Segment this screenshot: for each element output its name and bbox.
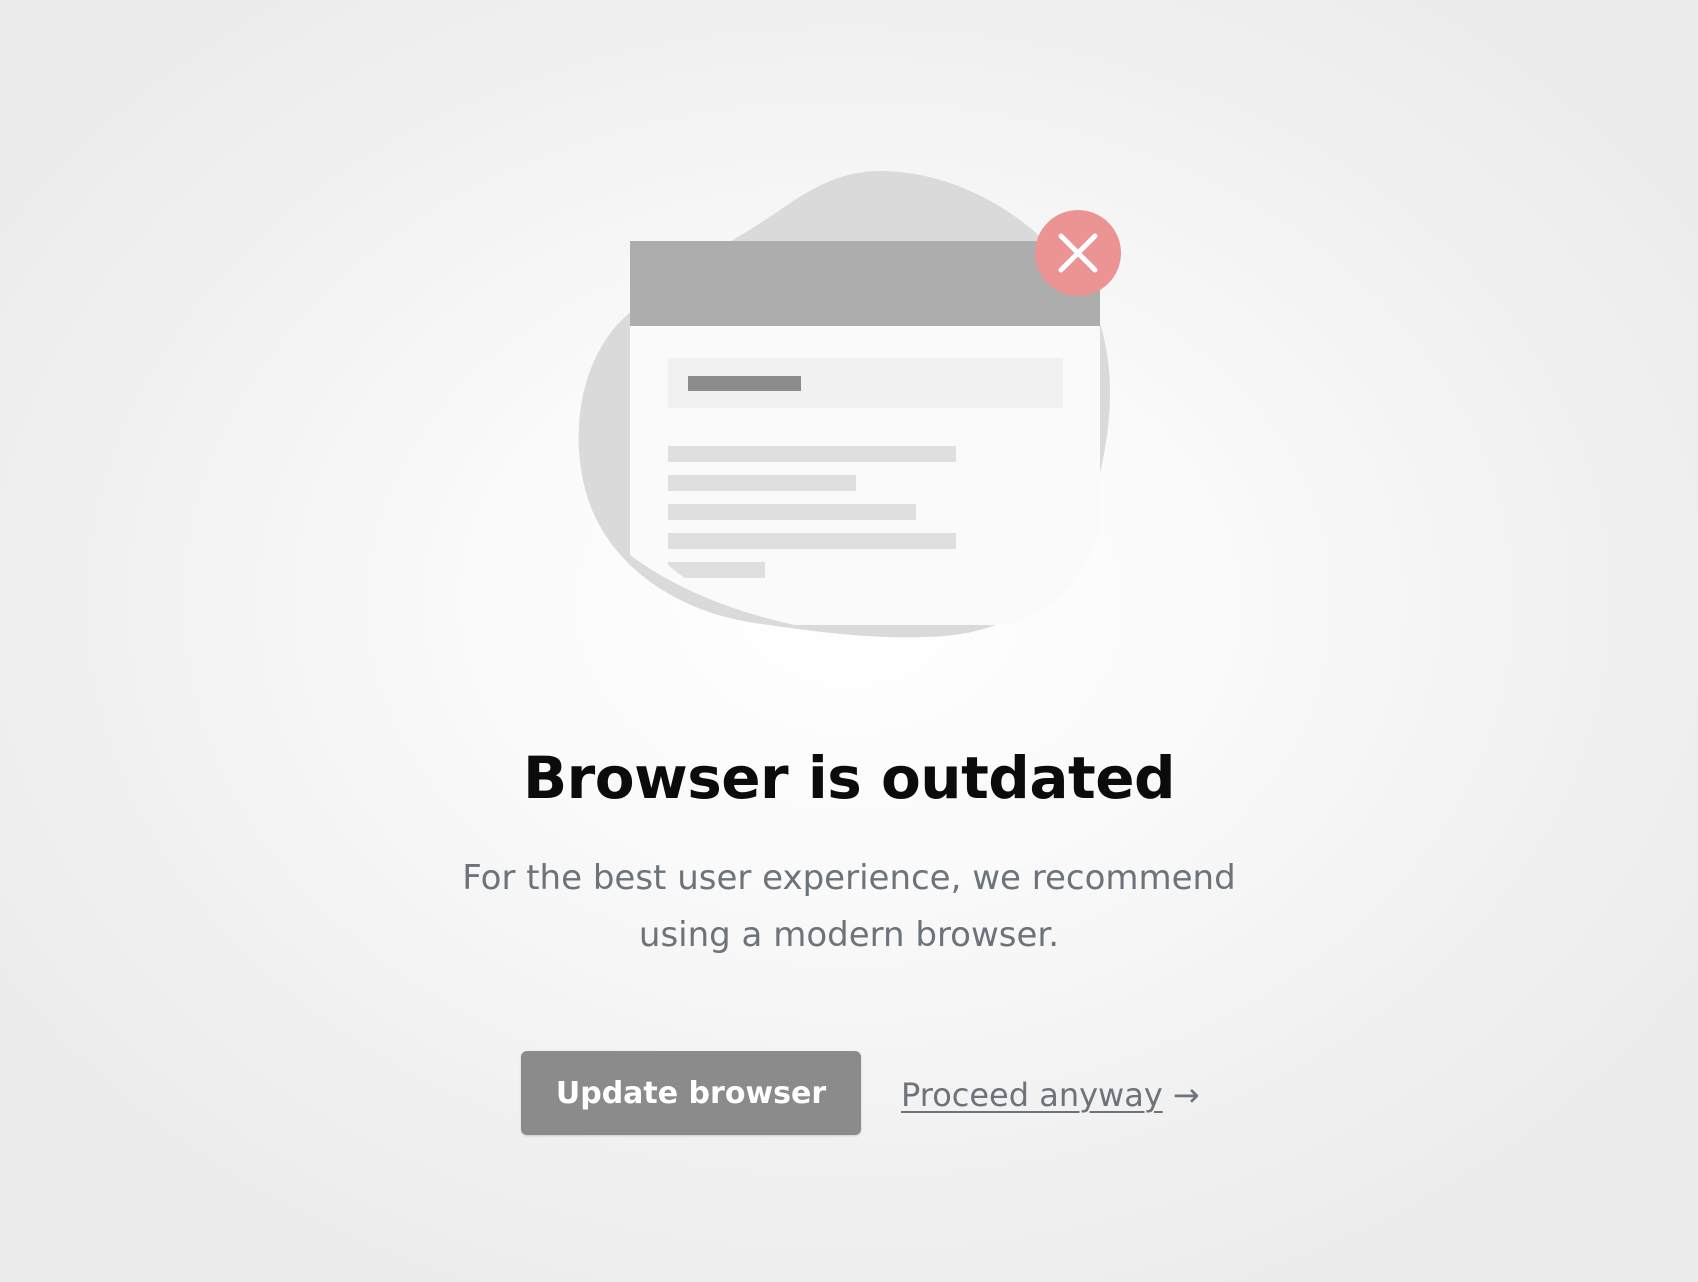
page-title: Browser is outdated [522,744,1176,812]
close-icon [1035,210,1121,296]
arrow-right-icon: → [1172,1076,1200,1114]
browser-illustration [575,165,1125,645]
proceed-anyway-label: Proceed anyway [901,1076,1163,1114]
page-subtitle: For the best user experience, we recomme… [462,858,1236,955]
browser-window [630,241,1100,625]
address-text [688,376,801,391]
update-browser-button[interactable]: Update browser [521,1051,861,1135]
proceed-anyway-link[interactable]: Proceed anyway → [901,1071,1200,1119]
